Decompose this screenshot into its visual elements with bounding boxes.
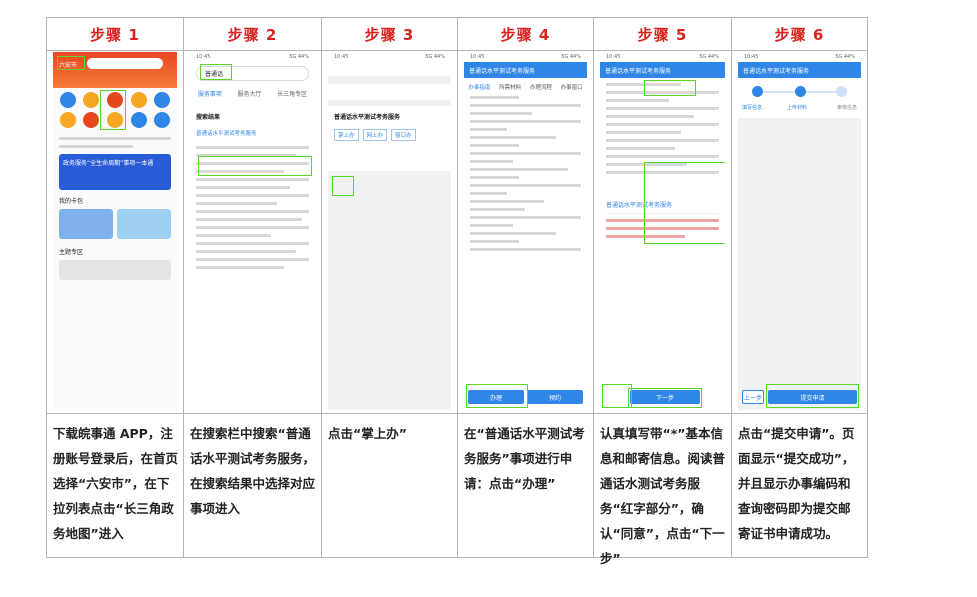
tab-label: 服务事项	[197, 91, 222, 98]
step-screenshot: 六安市 政务服务“全生命周期”事项一本通 我的卡包 主题专区	[53, 52, 177, 410]
service-title: 普通话水平测试考务服务	[334, 114, 401, 121]
step-screenshot: 10:45 5G 44% 普通话 服务事项 服务大厅 长三角专区 搜索结果 普通话…	[190, 52, 315, 410]
tab-label: 长三角专区	[277, 91, 308, 98]
steps-table: 步骤 1 六安市 政务服务“全生命周期”事项一本通 我的卡包 主题专区 下载皖事…	[46, 17, 868, 566]
step-column-5: 步骤 5 10:45 5G 44% 普通话水平测试考务服务 普通话水平测试考务服务…	[593, 18, 731, 566]
result-item: 普通话水平测试考务服务	[196, 131, 257, 137]
tag: 网上办	[362, 129, 388, 141]
section-title: 我的卡包	[59, 198, 84, 205]
progress-step-label: 审核信息	[836, 105, 857, 111]
nav-title: 普通话水平测试考务服务	[738, 62, 861, 78]
step-screenshot: 10:45 5G 44% 普通话水平测试考务服务 普通话水平测试考务服务 下一步	[600, 52, 725, 410]
nav-title: 普通话水平测试考务服务	[600, 62, 725, 78]
step-title: 步骤 1	[47, 18, 183, 51]
tab-label: 办理流程	[529, 85, 552, 91]
banner: 政务服务“全生命周期”事项一本通	[59, 154, 171, 190]
tab-label: 办事窗口	[560, 85, 583, 91]
step-column-4: 步骤 4 10:45 5G 44% 普通话水平测试考务服务 办事指南 所需材料 办…	[457, 18, 593, 557]
step-title: 步骤 2	[184, 18, 321, 51]
step-screenshot: 10:45 5G 44% 普通话水平测试考务服务 办事指南 所需材料 办理流程 办…	[464, 52, 587, 410]
step-title: 步骤 6	[732, 18, 867, 51]
nav-title: 普通话水平测试考务服务	[464, 62, 587, 78]
step-column-1: 步骤 1 六安市 政务服务“全生命周期”事项一本通 我的卡包 主题专区 下载皖事…	[47, 18, 183, 557]
tab-label: 所需材料	[499, 85, 522, 91]
step-description: 在搜索栏中搜索“普通话水平测试考务服务，在搜索结果中选择对应事项进入	[190, 426, 316, 516]
step-screenshot: 10:45 5G 44% 普通话水平测试考务服务 填写信息 上传材料 审核信息 上…	[738, 52, 861, 410]
tag: 掌上办	[334, 129, 359, 141]
step-screenshot: 10:45 5G 44% 普通话水平测试考务服务 掌上办 网上办 窗口办	[328, 52, 451, 410]
progress-step-label: 填写信息	[742, 105, 763, 111]
tab-label: 办事指南	[468, 85, 491, 91]
step-column-6: 步骤 6 10:45 5G 44% 普通话水平测试考务服务 填写信息 上传材料 审…	[731, 18, 867, 557]
section-title: 主题专区	[59, 249, 84, 256]
progress-step-label: 上传材料	[787, 105, 808, 111]
step-title: 步骤 3	[322, 18, 457, 51]
step-column-2: 步骤 2 10:45 5G 44% 普通话 服务事项 服务大厅 长三角专区 搜索结…	[183, 18, 321, 557]
step-title: 步骤 4	[458, 18, 593, 51]
step-description: 点击“掌上办”	[328, 426, 407, 441]
tag: 窗口办	[391, 129, 416, 141]
step-column-3: 步骤 3 10:45 5G 44% 普通话水平测试考务服务 掌上办 网上办 窗口办…	[321, 18, 457, 557]
step-description: 在“普通话水平测试考务服务”事项进行申请：点击“办理”	[464, 426, 585, 491]
section-title: 搜索结果	[196, 114, 221, 121]
previous-step-button[interactable]: 上一步	[742, 390, 764, 404]
step-title: 步骤 5	[594, 18, 731, 51]
step-description: 认真填写带“*”基本信息和邮寄信息。阅读普通话水测试考务服务“红字部分”，确认“…	[600, 426, 726, 566]
step-description: 点击“提交申请”。页面显示“提交成功”，并且显示办事编码和查询密码即为提交邮寄证…	[738, 426, 855, 541]
step-description: 下载皖事通 APP，注册账号登录后，在首页选择“六安市”，在下拉列表点击“长三角…	[53, 426, 179, 541]
tab-label: 服务大厅	[237, 91, 262, 98]
book-button[interactable]: 预约	[527, 390, 583, 404]
